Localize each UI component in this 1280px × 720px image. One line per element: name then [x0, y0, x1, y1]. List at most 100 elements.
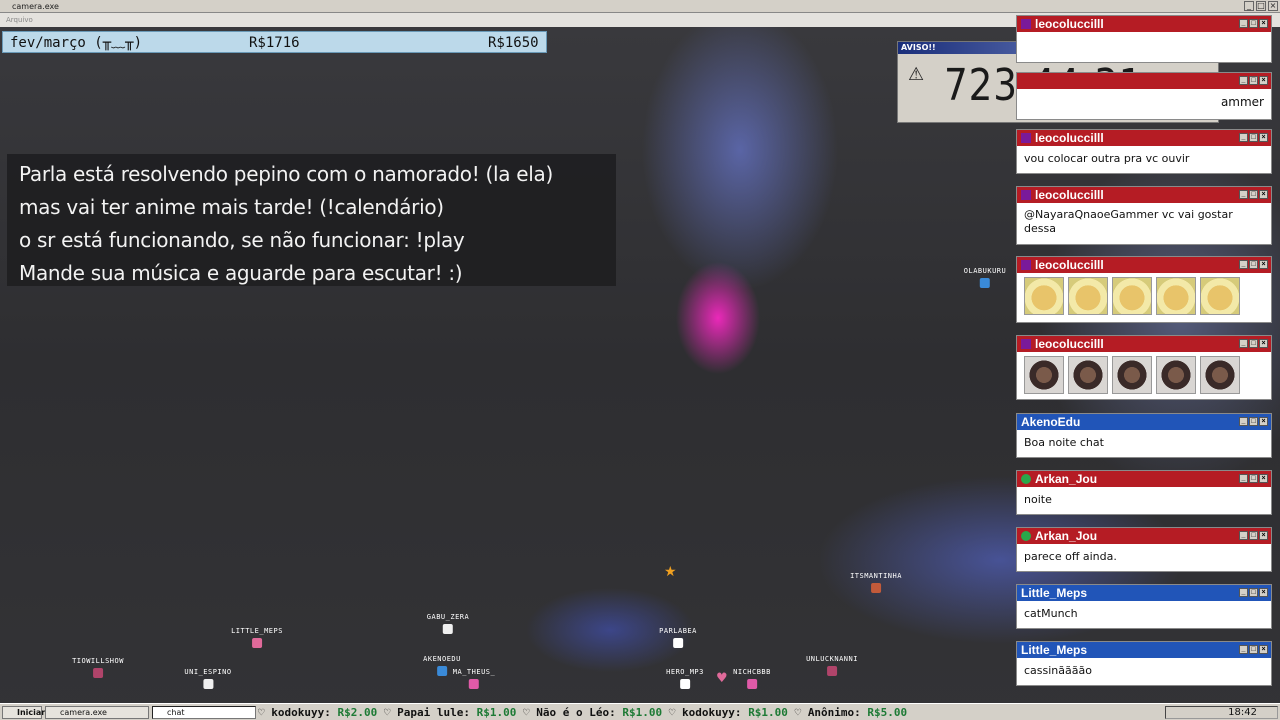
close-icon[interactable]: × — [1259, 76, 1268, 85]
minimize-icon[interactable]: _ — [1239, 133, 1248, 142]
maximize-icon[interactable]: □ — [1249, 339, 1258, 348]
chat-header: leocoluccilll _ □ × — [1017, 187, 1271, 203]
system-tray: 18:42 — [1165, 706, 1278, 719]
user-badge-icon — [1021, 339, 1031, 349]
minimize-icon[interactable]: _ — [1239, 645, 1248, 654]
doge-emote-icon — [1024, 277, 1064, 315]
user-badge-icon — [1021, 474, 1031, 484]
minimize-button[interactable]: _ — [1244, 1, 1254, 11]
donation-ticker: ♡ kodokuyy: R$2.00 ♡ Papai lule: R$1.00 … — [258, 706, 908, 719]
money-bar-label: fev/março (╥﹏╥) — [10, 35, 143, 51]
chat-message: vou colocar outra pra vc ouvir — [1024, 152, 1190, 165]
minimize-icon[interactable]: _ — [1239, 588, 1248, 597]
minimize-icon[interactable]: _ — [1239, 19, 1248, 28]
doge-emote-icon — [1068, 277, 1108, 315]
taskbar-item-camera[interactable]: camera.exe — [45, 706, 149, 719]
taskbar-item-chat[interactable]: chat — [152, 706, 256, 719]
chat-username: Little_Meps — [1021, 586, 1088, 600]
emote-row — [1017, 352, 1271, 398]
notice-line: Mande sua música e aguarde para escutar!… — [19, 261, 463, 285]
maximize-icon[interactable]: □ — [1249, 19, 1258, 28]
avatar-sprite-icon — [673, 638, 683, 648]
menu-item-arquivo[interactable]: Arquivo — [6, 16, 33, 24]
maximize-icon[interactable]: □ — [1249, 76, 1258, 85]
start-button[interactable]: Iniciar — [2, 706, 46, 719]
avatar-name: HERO_MP3 — [666, 668, 704, 676]
face-emote-icon — [1156, 356, 1196, 394]
emote-row — [1017, 273, 1271, 319]
chat-header: leocoluccilll _ □ × — [1017, 257, 1271, 273]
chat-username: Arkan_Jou — [1035, 472, 1098, 486]
chat-header: leocoluccilll _ □ × — [1017, 130, 1271, 146]
close-icon[interactable]: × — [1259, 474, 1268, 483]
maximize-icon[interactable]: □ — [1249, 190, 1258, 199]
close-icon[interactable]: × — [1259, 133, 1268, 142]
viewer-avatar[interactable]: ITSMANTINHA — [850, 572, 902, 593]
avatar-sprite-icon — [443, 624, 453, 634]
maximize-icon[interactable]: □ — [1249, 260, 1258, 269]
heart-icon: ♥ — [716, 671, 728, 686]
avatar-sprite-icon — [251, 638, 262, 648]
avatar-sprite-icon — [92, 668, 103, 678]
viewer-avatar[interactable]: NICHCBBB — [733, 668, 771, 689]
viewer-avatar[interactable]: LITTLE_MEPS — [231, 627, 283, 648]
viewer-avatar[interactable]: UNI_ESPINO — [184, 668, 231, 689]
close-icon[interactable]: × — [1259, 190, 1268, 199]
minimize-icon[interactable]: _ — [1239, 260, 1248, 269]
close-icon[interactable]: × — [1259, 531, 1268, 540]
minimize-icon[interactable]: _ — [1239, 474, 1248, 483]
chat-window: leocoluccilll _ □ × — [1016, 256, 1272, 323]
face-emote-icon — [1024, 356, 1064, 394]
viewer-avatar[interactable]: MA_THEUS_ — [453, 668, 495, 689]
chat-window: Little_Meps _ □ × catMunch — [1016, 584, 1272, 629]
donor-name: kodokuyy: — [271, 706, 331, 719]
viewer-avatar[interactable]: HERO_MP3 — [666, 668, 704, 689]
avatar-name: NICHCBBB — [733, 668, 771, 676]
minimize-icon[interactable]: _ — [1239, 339, 1248, 348]
close-icon[interactable]: × — [1259, 339, 1268, 348]
maximize-button[interactable]: □ — [1256, 1, 1266, 11]
stream-notice: Parla está resolvendo pepino com o namor… — [7, 154, 616, 286]
chat-window: leocoluccilll _ □ × — [1016, 335, 1272, 400]
maximize-icon[interactable]: □ — [1249, 474, 1258, 483]
chat-window: Arkan_Jou _ □ × noite — [1016, 470, 1272, 515]
donation-amount: R$1.00 — [476, 706, 517, 719]
chat-header: Little_Meps _ □ × — [1017, 585, 1271, 601]
chat-username: leocoluccilll — [1035, 337, 1104, 351]
donation-amount: R$5.00 — [867, 706, 908, 719]
maximize-icon[interactable]: □ — [1249, 645, 1258, 654]
chat-message: ammer — [1220, 95, 1264, 109]
maximize-icon[interactable]: □ — [1249, 417, 1258, 426]
close-icon[interactable]: × — [1259, 260, 1268, 269]
close-button[interactable]: × — [1268, 1, 1278, 11]
viewer-avatar[interactable]: PARLABEA — [659, 627, 697, 648]
minimize-icon[interactable]: _ — [1239, 417, 1248, 426]
face-emote-icon — [1068, 356, 1108, 394]
chat-header: AkenoEdu _ □ × — [1017, 414, 1271, 430]
maximize-icon[interactable]: □ — [1249, 133, 1258, 142]
close-icon[interactable]: × — [1259, 19, 1268, 28]
close-icon[interactable]: × — [1259, 417, 1268, 426]
maximize-icon[interactable]: □ — [1249, 588, 1258, 597]
user-badge-icon — [1021, 190, 1031, 200]
chat-message: catMunch — [1024, 607, 1078, 620]
chat-header: _ □ × — [1017, 73, 1271, 89]
start-label: Iniciar — [17, 708, 46, 717]
chat-message: noite — [1024, 493, 1052, 506]
chat-message: cassinãããão — [1024, 664, 1092, 677]
close-icon[interactable]: × — [1259, 588, 1268, 597]
viewer-avatar[interactable]: TIOWILLSHOW — [72, 657, 124, 678]
viewer-avatar[interactable]: GABU_ZERA — [427, 613, 469, 634]
viewer-avatar[interactable]: OLABUKURU — [964, 267, 1006, 288]
maximize-icon[interactable]: □ — [1249, 531, 1258, 540]
minimize-icon[interactable]: _ — [1239, 531, 1248, 540]
avatar-sprite-icon — [870, 583, 881, 593]
chat-window: leocoluccilll _ □ × vou colocar outra pra v… — [1016, 129, 1272, 174]
viewer-avatar[interactable]: UNLUCKNANNI — [806, 655, 858, 676]
minimize-icon[interactable]: _ — [1239, 76, 1248, 85]
avatar-name: TIOWILLSHOW — [72, 657, 124, 665]
chat-message: Boa noite chat — [1024, 436, 1104, 449]
chat-username: leocoluccilll — [1035, 17, 1104, 31]
close-icon[interactable]: × — [1259, 645, 1268, 654]
minimize-icon[interactable]: _ — [1239, 190, 1248, 199]
